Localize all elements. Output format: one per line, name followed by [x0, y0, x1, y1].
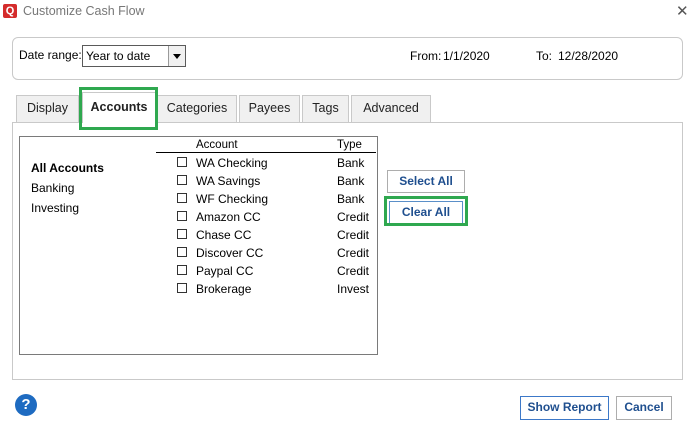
account-name: Discover CC: [196, 246, 264, 260]
account-type: Credit: [337, 228, 370, 242]
account-row[interactable]: Discover CC Credit: [172, 244, 377, 262]
account-type: Credit: [337, 264, 370, 278]
account-row[interactable]: WA Savings Bank: [172, 172, 377, 190]
show-report-button[interactable]: Show Report: [520, 396, 609, 420]
help-icon[interactable]: ?: [15, 394, 37, 416]
account-row[interactable]: Amazon CC Credit: [172, 208, 377, 226]
account-type: Credit: [337, 210, 370, 224]
chevron-down-icon[interactable]: [168, 46, 185, 66]
tab-display[interactable]: Display: [16, 95, 79, 122]
group-investing[interactable]: Investing: [31, 201, 79, 215]
tab-categories[interactable]: Categories: [157, 95, 237, 122]
account-checkbox[interactable]: [177, 265, 187, 275]
account-row[interactable]: WA Checking Bank: [172, 154, 377, 172]
account-type: Bank: [337, 192, 365, 206]
account-type: Credit: [337, 246, 370, 260]
select-all-button[interactable]: Select All: [387, 170, 465, 193]
group-all-accounts[interactable]: All Accounts: [31, 161, 104, 175]
column-header-account: Account: [196, 139, 238, 151]
account-row[interactable]: WF Checking Bank: [172, 190, 377, 208]
tab-tags[interactable]: Tags: [302, 95, 349, 122]
account-row[interactable]: Brokerage Invest: [172, 280, 377, 298]
account-checkbox[interactable]: [177, 247, 187, 257]
account-name: Amazon CC: [196, 210, 261, 224]
account-checkbox[interactable]: [177, 211, 187, 221]
from-date: 1/1/2020: [443, 49, 490, 63]
account-name: WA Checking: [196, 156, 268, 170]
close-icon[interactable]: ✕: [676, 2, 689, 20]
account-name: Paypal CC: [196, 264, 254, 278]
account-type: Invest: [337, 282, 370, 296]
to-date: 12/28/2020: [558, 49, 619, 63]
column-header-type: Type: [337, 139, 362, 151]
account-row[interactable]: Chase CC Credit: [172, 226, 377, 244]
account-checkbox[interactable]: [177, 229, 187, 239]
account-row[interactable]: Paypal CC Credit: [172, 262, 377, 280]
account-type: Bank: [337, 174, 365, 188]
header-divider: [156, 152, 376, 153]
account-checkbox[interactable]: [177, 283, 187, 293]
account-checkbox[interactable]: [177, 157, 187, 167]
quicken-logo-icon: Q: [3, 4, 17, 18]
from-label: From:: [410, 49, 442, 63]
tab-payees[interactable]: Payees: [239, 95, 300, 122]
clear-all-highlight: [384, 196, 468, 226]
account-checkbox[interactable]: [177, 193, 187, 203]
date-range-label: Date range:: [19, 48, 82, 62]
accounts-tab-highlight: [79, 87, 158, 130]
title-bar: Q Customize Cash Flow ✕: [0, 0, 698, 24]
account-name: WA Savings: [196, 174, 261, 188]
account-checkbox[interactable]: [177, 175, 187, 185]
account-name: Chase CC: [196, 228, 252, 242]
group-banking[interactable]: Banking: [31, 181, 74, 195]
account-type: Bank: [337, 156, 365, 170]
date-range-select[interactable]: Year to date: [82, 45, 186, 67]
account-name: WF Checking: [196, 192, 269, 206]
date-range-value: Year to date: [86, 49, 151, 63]
tab-advanced[interactable]: Advanced: [351, 95, 431, 122]
to-label: To:: [536, 49, 553, 63]
cancel-button[interactable]: Cancel: [616, 396, 672, 420]
window-title: Customize Cash Flow: [23, 4, 145, 18]
account-name: Brokerage: [196, 282, 252, 296]
